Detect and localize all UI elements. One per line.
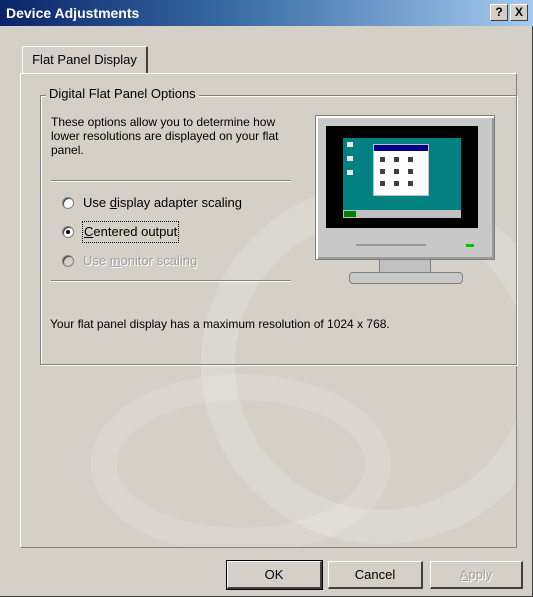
radio-centered-output[interactable] (62, 226, 74, 238)
preview-folder-icon (394, 181, 399, 186)
preview-folder-icon (394, 157, 399, 162)
monitor-screen (326, 126, 478, 228)
desktop-icon (347, 156, 353, 161)
monitor-neck (379, 260, 431, 272)
ok-button[interactable]: OK (226, 560, 323, 590)
dialog-window: Device Adjustments ? X Flat Panel Displa… (0, 0, 533, 597)
preview-folder-icon (408, 157, 413, 162)
description-text: These options allow you to determine how… (51, 115, 279, 157)
cancel-button[interactable]: Cancel (328, 561, 423, 589)
preview-folder-icon (394, 169, 399, 174)
monitor-bezel (315, 115, 495, 260)
desktop-icon (347, 142, 353, 147)
monitor-base (349, 272, 463, 284)
tab-flat-panel-display[interactable]: Flat Panel Display (22, 46, 148, 73)
max-resolution-text: Your flat panel display has a maximum re… (50, 317, 390, 331)
preview-folder-icon (408, 169, 413, 174)
preview-folder-icon (408, 181, 413, 186)
preview-window (373, 144, 429, 196)
separator-top (51, 180, 291, 182)
window-title: Device Adjustments (6, 5, 140, 21)
background-watermark-lower (91, 374, 391, 547)
power-led-icon (466, 244, 474, 247)
label-display-adapter-scaling[interactable]: Use display adapter scaling (83, 193, 242, 213)
preview-start-button (344, 211, 356, 217)
help-button[interactable]: ? (490, 4, 508, 21)
separator-bottom (51, 280, 291, 282)
group-title: Digital Flat Panel Options (46, 86, 199, 101)
title-bar[interactable]: Device Adjustments ? X (0, 0, 533, 26)
preview-taskbar (343, 210, 461, 218)
apply-button: Apply (430, 561, 523, 589)
preview-folder-icon (380, 157, 385, 162)
desktop-preview (343, 138, 461, 218)
monitor-illustration (315, 115, 497, 290)
tab-strip: Flat Panel Display (0, 26, 533, 76)
close-button[interactable]: X (510, 4, 528, 21)
bezel-control-strip (356, 244, 426, 246)
desktop-icon (347, 170, 353, 175)
radio-monitor-scaling (62, 255, 74, 267)
radio-display-adapter-scaling[interactable] (62, 197, 74, 209)
preview-folder-icon (380, 181, 385, 186)
preview-folder-icon (380, 169, 385, 174)
label-centered-output[interactable]: Centered output (81, 221, 180, 243)
preview-window-titlebar (374, 145, 428, 151)
label-monitor-scaling: Use monitor scaling (83, 253, 198, 268)
